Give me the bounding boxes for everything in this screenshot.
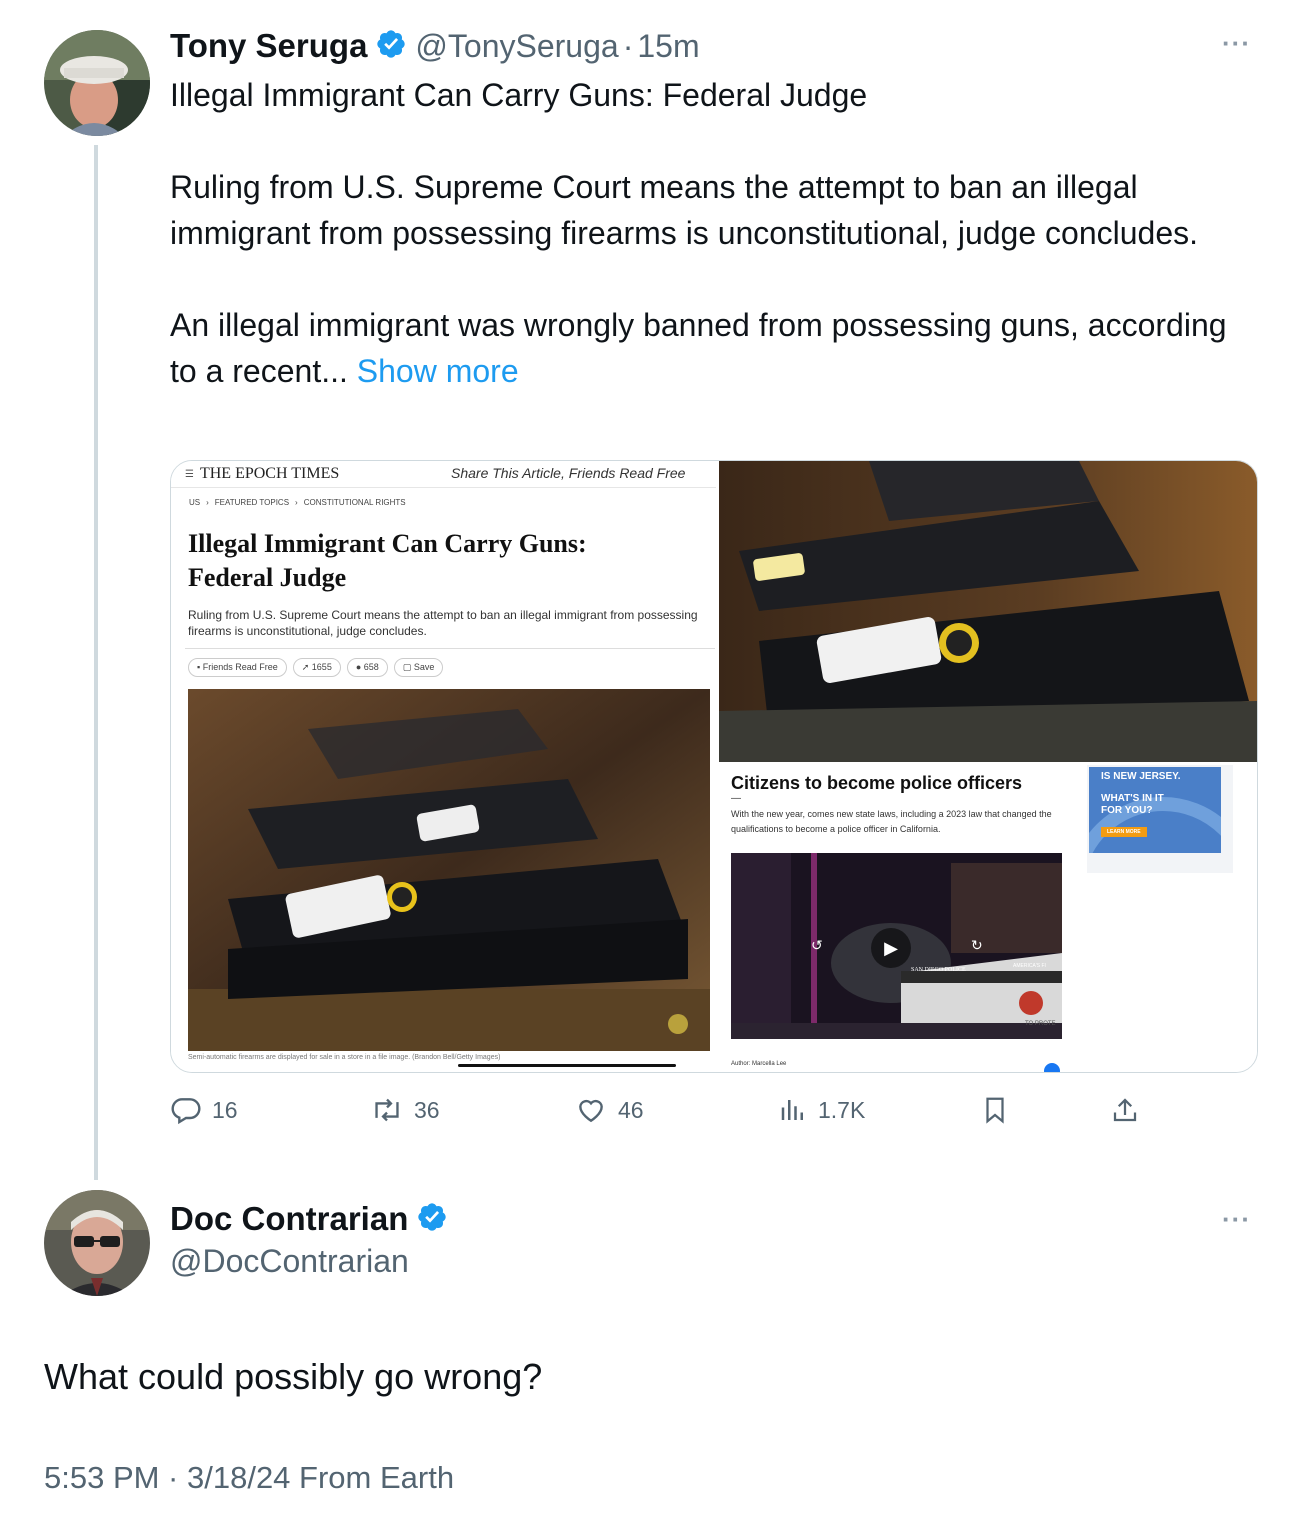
repost-button[interactable]: 36 [370,1094,440,1126]
author-name[interactable]: Tony Seruga [170,27,367,65]
thread-connector-line [94,145,98,1180]
side-advertisement[interactable]: IS NEW JERSEY. WHAT'S IN IT FOR YOU? LEA… [1087,765,1233,873]
shares-pill[interactable]: ➚ 1655 [292,658,341,677]
forward-icon[interactable]: ↻ [971,937,983,954]
breadcrumb: US › FEATURED TOPICS › CONSTITUTIONAL RIGH… [189,498,406,507]
rewind-icon[interactable]: ↺ [811,937,823,954]
author-handle[interactable]: @TonySeruga [415,28,618,65]
views-bar-chart-icon [778,1094,808,1126]
tweet-body: Illegal Immigrant Can Carry Guns: Federa… [170,72,1240,394]
tweet-paragraph-excerpt: An illegal immigrant was wrongly banned … [170,302,1240,394]
tweet-time[interactable]: 15m [637,28,699,65]
photo-caption: Semi-automatic firearms are displayed fo… [188,1054,501,1061]
ad-line-3: FOR YOU? [1101,805,1153,816]
tweet-media[interactable]: ☰ THE EPOCH TIMES Share This Article, Fr… [170,460,1258,1073]
reply-button[interactable]: 16 [170,1094,238,1126]
repost-count: 36 [414,1096,440,1123]
gun-closeup-photo[interactable] [719,461,1257,762]
tweet-paragraph-title: Illegal Immigrant Can Carry Guns: Federa… [170,77,868,113]
police-car-text-3: TO PROTE [1025,1021,1056,1027]
ad-headline: WHAT'S IN IT FOR YOU? [1101,793,1164,817]
reply-author-handle[interactable]: @DocContrarian [170,1243,409,1280]
facebook-icon[interactable] [1044,1063,1060,1072]
reply-count: 16 [212,1096,238,1123]
menu-icon: ☰ [185,468,194,480]
reply-more-options-icon[interactable]: ··· [1222,1204,1251,1235]
reply-header: Doc Contrarian [170,1200,448,1238]
side-headline: Citizens to become police officers [731,773,1023,793]
breadcrumb-item: US [189,498,201,507]
reply-timestamp[interactable]: 5:53 PM · 3/18/24 From Earth [44,1460,454,1496]
like-button[interactable]: 46 [574,1094,644,1126]
show-more-link[interactable]: Show more [357,353,519,389]
like-count: 46 [618,1096,644,1123]
tweet-header: Tony Seruga @TonySeruga · 15m [170,24,700,68]
share-button[interactable] [1110,1094,1140,1126]
article-pills: ▪ Friends Read Free ➚ 1655 ● 658 ▢ Save [188,658,444,677]
tweet-paragraph-summary: Ruling from U.S. Supreme Court means the… [170,169,1199,251]
share-article-text: Share This Article, Friends Read Free [451,465,686,481]
article-headline: Illegal Immigrant Can Carry Guns: Federa… [188,527,587,595]
doc-contrarian-avatar[interactable] [44,1190,150,1296]
masthead-text: THE EPOCH TIMES [199,465,340,482]
play-icon[interactable]: ▶ [871,928,911,968]
comments-pill[interactable]: ● 658 [346,658,388,677]
heart-icon [574,1094,608,1126]
article-masthead: ☰ THE EPOCH TIMES [185,465,339,483]
views-button[interactable]: 1.7K [778,1094,865,1126]
reply-text: What could possibly go wrong? [44,1356,543,1397]
police-car-text: SAN DIEGO POLICE [911,967,966,973]
headline-line: Illegal Immigrant Can Carry Guns: [188,529,587,558]
reply-icon [170,1094,202,1126]
firearms-photo [188,689,710,1051]
side-body: With the new year, comes new state laws,… [731,809,1052,834]
tweet-excerpt-text: An illegal immigrant was wrongly banned … [170,307,1227,389]
news-site-screenshot[interactable]: Citizens to become police officers — Wit… [719,765,1257,1072]
tony-seruga-avatar[interactable] [44,30,150,136]
friends-read-free-pill[interactable]: ▪ Friends Read Free [188,658,287,677]
video-thumbnail[interactable]: SAN DIEGO POLICE AMERICA'S FI TO PROTE ▶… [731,853,1062,1039]
breadcrumb-item: CONSTITUTIONAL RIGHTS [303,498,406,507]
verified-badge-icon [416,1201,448,1238]
bookmark-icon [980,1094,1010,1126]
bookmark-button[interactable] [980,1094,1010,1126]
breadcrumb-item: FEATURED TOPICS [214,498,290,507]
reply-author-name[interactable]: Doc Contrarian [170,1200,408,1238]
verified-badge-icon [375,28,407,65]
article-subhead: Ruling from U.S. Supreme Court means the… [188,608,698,638]
side-dash: — [731,793,741,804]
save-pill[interactable]: ▢ Save [393,658,444,677]
home-indicator-bar [458,1064,676,1067]
ad-learn-more-button[interactable]: LEARN MORE [1101,827,1147,837]
more-options-icon[interactable]: ··· [1222,28,1251,59]
article-screenshot[interactable]: ☰ THE EPOCH TIMES Share This Article, Fr… [171,461,716,1072]
repost-icon [370,1094,404,1126]
ad-line-1: IS NEW JERSEY. [1101,771,1181,782]
police-car-text-2: AMERICA'S FI [1013,963,1046,969]
ad-line-2: WHAT'S IN IT [1101,793,1164,804]
side-author: Author: Marcella Lee [731,1061,787,1067]
headline-line: Federal Judge [188,563,347,592]
view-count: 1.7K [818,1096,866,1123]
share-icon [1110,1094,1140,1126]
meta-separator: · [622,27,634,64]
